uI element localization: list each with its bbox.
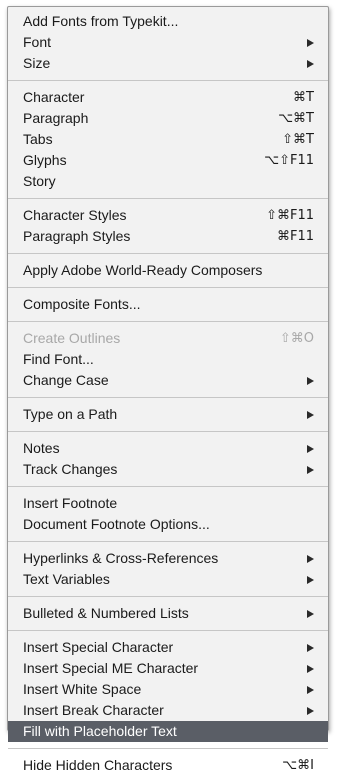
menu-item-label: Story [23,173,56,189]
menu-item-label: Composite Fonts... [23,296,141,312]
menu-item-label: Fill with Placeholder Text [23,723,177,739]
submenu-arrow-icon [307,411,314,419]
menu-item-story[interactable]: Story [8,171,328,192]
menu-item-label: Insert Special Character [23,639,174,655]
keyboard-shortcut: ⇧⌘F11 [266,208,314,223]
menu-item-find-font[interactable]: Find Font... [8,349,328,370]
submenu-arrow-icon [307,445,314,453]
submenu-arrow-icon [307,39,314,47]
submenu-arrow-icon [307,377,314,385]
keyboard-shortcut: ⌥⌘I [282,758,314,773]
menu-item-fill-with-placeholder-text[interactable]: Fill with Placeholder Text [8,721,328,742]
menu-item-create-outlines: Create Outlines ⇧⌘O [8,328,328,349]
menu-separator [8,198,328,199]
menu-item-insert-special-character[interactable]: Insert Special Character [8,637,328,658]
keyboard-shortcut: ⌥⌘T [278,111,314,126]
menu-item-font[interactable]: Font [8,32,328,53]
submenu-arrow-icon [307,665,314,673]
menu-item-document-footnote-options[interactable]: Document Footnote Options... [8,514,328,535]
menu-item-change-case[interactable]: Change Case [8,370,328,391]
menu-item-insert-special-me-character[interactable]: Insert Special ME Character [8,658,328,679]
menu-separator [8,596,328,597]
menu-separator [8,397,328,398]
menu-item-label: Track Changes [23,461,118,477]
menu-item-label: Apply Adobe World-Ready Composers [23,262,263,278]
menu-item-label: Glyphs [23,152,67,168]
menu-item-label: Change Case [23,372,109,388]
menu-item-type-on-a-path[interactable]: Type on a Path [8,404,328,425]
menu-item-label: Find Font... [23,351,94,367]
menu-separator [8,748,328,749]
menu-item-label: Paragraph Styles [23,228,131,244]
menu-item-size[interactable]: Size [8,53,328,74]
menu-item-label: Add Fonts from Typekit... [23,13,179,29]
menu-separator [8,321,328,322]
menu-item-apply-adobe-world-ready-composers[interactable]: Apply Adobe World-Ready Composers [8,260,328,281]
menu-item-bulleted-and-numbered-lists[interactable]: Bulleted & Numbered Lists [8,603,328,624]
menu-item-label: Create Outlines [23,330,121,346]
type-menu: Add Fonts from Typekit... Font Size Charact… [7,6,329,773]
menu-item-track-changes[interactable]: Track Changes [8,459,328,480]
menu-item-label: Size [23,55,51,71]
keyboard-shortcut: ⌘T [293,90,314,105]
menu-item-label: Font [23,34,52,50]
submenu-arrow-icon [307,60,314,68]
menu-item-insert-white-space[interactable]: Insert White Space [8,679,328,700]
menu-item-label: Hyperlinks & Cross-References [23,550,219,566]
menu-separator [8,80,328,81]
menu-item-label: Paragraph [23,110,89,126]
submenu-arrow-icon [307,466,314,474]
keyboard-shortcut: ⌘F11 [276,229,314,244]
menu-item-label: Hide Hidden Characters [23,757,173,773]
menu-item-add-fonts-from-typekit[interactable]: Add Fonts from Typekit... [8,11,328,32]
menu-item-label: Type on a Path [23,406,118,422]
menu-separator [8,630,328,631]
menu-item-insert-break-character[interactable]: Insert Break Character [8,700,328,721]
menu-item-glyphs[interactable]: Glyphs ⌥⇧F11 [8,150,328,171]
menu-item-label: Text Variables [23,571,110,587]
menu-item-composite-fonts[interactable]: Composite Fonts... [8,294,328,315]
keyboard-shortcut: ⇧⌘O [279,331,314,346]
menu-item-label: Insert Break Character [23,702,164,718]
submenu-arrow-icon [307,644,314,652]
menu-item-text-variables[interactable]: Text Variables [8,569,328,590]
menu-item-label: Insert White Space [23,681,142,697]
menu-item-label: Insert Special ME Character [23,660,199,676]
menu-item-notes[interactable]: Notes [8,438,328,459]
menu-item-character[interactable]: Character ⌘T [8,87,328,108]
menu-item-hyperlinks-and-cross-references[interactable]: Hyperlinks & Cross-References [8,548,328,569]
menu-item-label: Character Styles [23,207,127,223]
menu-item-label: Insert Footnote [23,495,118,511]
submenu-arrow-icon [307,610,314,618]
submenu-arrow-icon [307,576,314,584]
menu-item-label: Bulleted & Numbered Lists [23,605,189,621]
menu-separator [8,541,328,542]
menu-item-label: Tabs [23,131,53,147]
menu-separator [8,431,328,432]
menu-separator [8,486,328,487]
menu-separator [8,287,328,288]
keyboard-shortcut: ⌥⇧F11 [264,153,314,168]
submenu-arrow-icon [307,707,314,715]
keyboard-shortcut: ⇧⌘T [282,132,314,147]
menu-item-paragraph[interactable]: Paragraph ⌥⌘T [8,108,328,129]
menu-item-label: Document Footnote Options... [23,516,210,532]
menu-item-label: Notes [23,440,60,456]
menu-item-tabs[interactable]: Tabs ⇧⌘T [8,129,328,150]
menu-item-label: Character [23,89,85,105]
menu-separator [8,253,328,254]
menu-item-character-styles[interactable]: Character Styles ⇧⌘F11 [8,205,328,226]
submenu-arrow-icon [307,555,314,563]
submenu-arrow-icon [307,686,314,694]
menu-item-insert-footnote[interactable]: Insert Footnote [8,493,328,514]
menu-item-hide-hidden-characters[interactable]: Hide Hidden Characters ⌥⌘I [8,755,328,776]
menu-item-paragraph-styles[interactable]: Paragraph Styles ⌘F11 [8,226,328,247]
